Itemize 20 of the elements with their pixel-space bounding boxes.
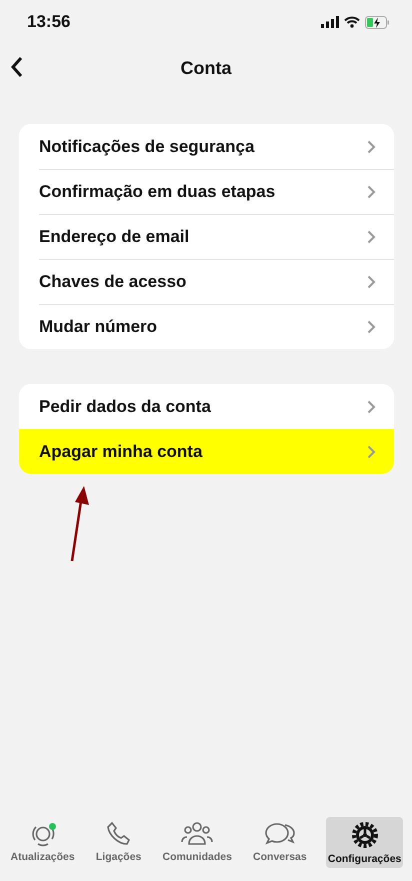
chevron-icon — [367, 444, 376, 458]
chevron-icon — [367, 400, 376, 414]
group-icon — [180, 820, 214, 848]
phone-icon — [104, 820, 133, 848]
wifi-icon — [344, 16, 360, 28]
settings-row[interactable]: Apagar minha conta — [19, 429, 394, 474]
signal-icon — [321, 16, 339, 28]
chevron-icon — [367, 230, 376, 244]
tab-bar-item[interactable]: Configurações — [326, 817, 404, 868]
chevron-icon — [367, 274, 376, 288]
chevron-icon — [367, 140, 376, 154]
chevron-icon — [367, 184, 376, 198]
tab-bar-item[interactable]: Ligações — [94, 817, 144, 866]
status-time: 13:56 — [27, 12, 70, 32]
tab-bar-item[interactable]: Comunidades — [160, 817, 234, 866]
settings-icon — [350, 820, 380, 850]
tab-bar-item[interactable]: Atualizações — [8, 817, 77, 866]
tab-bar-item[interactable]: Conversas — [251, 817, 309, 866]
chevron-icon — [367, 320, 376, 334]
page-title: Conta — [180, 58, 232, 78]
